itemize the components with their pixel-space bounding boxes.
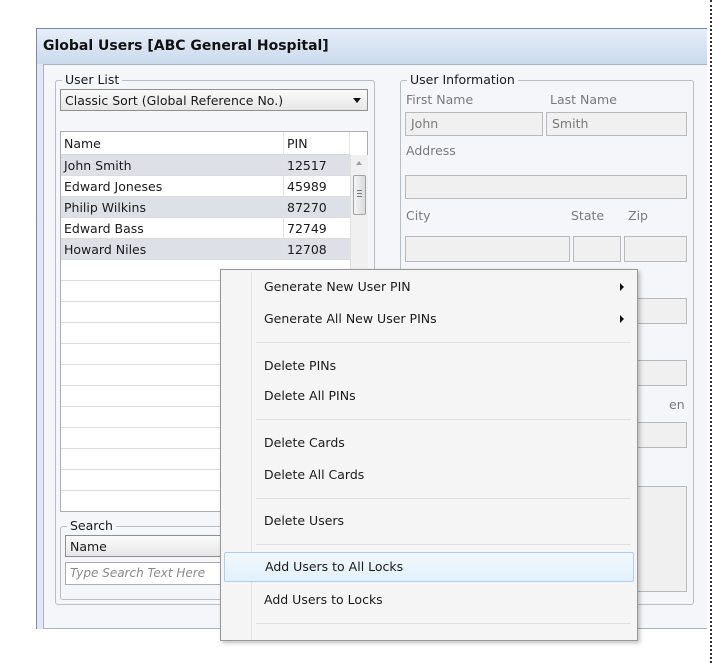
table-row[interactable]: Philip Wilkins 87270 — [61, 197, 350, 218]
menu-item-label: Delete All Cards — [264, 467, 365, 482]
column-header-name[interactable]: Name — [61, 132, 284, 155]
row-pin: 87270 — [287, 200, 327, 215]
address-label: Address — [406, 143, 456, 158]
sort-dropdown[interactable]: Classic Sort (Global Reference No.) — [60, 89, 368, 111]
grip-line — [357, 190, 362, 191]
menu-item-add-users-to-all-locks[interactable]: Add Users to All Locks — [224, 552, 634, 582]
last-name-field[interactable]: Smith — [546, 112, 687, 136]
search-input[interactable]: Type Search Text Here — [65, 562, 225, 585]
row-pin: 12708 — [287, 242, 327, 257]
row-name: Philip Wilkins — [64, 200, 146, 215]
menu-item-generate-all-new-user-pins[interactable]: Generate All New User PINs — [224, 304, 634, 334]
menu-separator — [256, 623, 631, 624]
menu-item-delete-users[interactable]: Delete Users — [224, 506, 634, 536]
grip-line — [357, 196, 362, 197]
row-pin: 45989 — [287, 179, 327, 194]
city-field[interactable] — [405, 236, 570, 262]
menu-item-add-users-to-locks[interactable]: Add Users to Locks — [224, 585, 634, 615]
row-name: John Smith — [64, 158, 132, 173]
dotted-border — [710, 0, 712, 663]
menu-separator — [256, 498, 631, 499]
menu-item-label: Add Users to All Locks — [265, 559, 404, 574]
table-row[interactable]: Howard Niles 12708 — [61, 239, 350, 260]
menu-item-delete-all-pins[interactable]: Delete All PINs — [224, 381, 634, 411]
row-name: Edward Joneses — [64, 179, 163, 194]
context-menu: Generate New User PIN Generate All New U… — [220, 269, 638, 641]
column-divider — [283, 197, 284, 217]
submenu-arrow-icon — [620, 283, 624, 291]
menu-item-label: Generate All New User PINs — [264, 311, 437, 326]
menu-item-label: Delete Users — [264, 513, 345, 528]
user-info-group-title: User Information — [407, 72, 518, 88]
column-header-pin[interactable]: PIN — [284, 132, 350, 155]
column-divider — [283, 155, 284, 175]
menu-item-label: Delete PINs — [264, 358, 337, 373]
menu-item-label: Add Users to Locks — [264, 592, 383, 607]
scroll-up-arrow-icon[interactable] — [356, 161, 362, 165]
last-name-label: Last Name — [550, 92, 617, 107]
search-field-dropdown[interactable]: Name — [65, 535, 225, 557]
column-divider — [283, 239, 284, 259]
table-row[interactable]: Edward Joneses 45989 — [61, 176, 350, 197]
user-list-group-title: User List — [62, 72, 123, 88]
zip-label: Zip — [628, 208, 648, 223]
row-pin: 72749 — [287, 221, 327, 236]
menu-separator — [256, 342, 631, 343]
state-field[interactable] — [573, 236, 621, 262]
menu-item-delete-pins[interactable]: Delete PINs — [224, 351, 634, 381]
menu-item-delete-cards[interactable]: Delete Cards — [224, 428, 634, 458]
search-group-title: Search — [67, 518, 116, 534]
first-name-field[interactable]: John — [405, 112, 543, 136]
menu-item-delete-all-cards[interactable]: Delete All Cards — [224, 460, 634, 490]
menu-item-label: Delete Cards — [264, 435, 345, 450]
zip-field[interactable] — [624, 236, 687, 262]
menu-item-generate-new-user-pin[interactable]: Generate New User PIN — [224, 272, 634, 302]
city-label: City — [406, 208, 431, 223]
address-field[interactable] — [405, 175, 687, 199]
scrollbar-thumb[interactable] — [353, 175, 366, 215]
table-row[interactable]: Edward Bass 72749 — [61, 218, 350, 239]
first-name-label: First Name — [406, 92, 474, 107]
menu-item-label: Generate New User PIN — [264, 279, 411, 294]
grip-line — [357, 193, 362, 194]
menu-separator — [256, 419, 631, 420]
partial-label: en — [669, 397, 685, 412]
sort-dropdown-value: Classic Sort (Global Reference No.) — [65, 93, 284, 108]
search-field-value: Name — [70, 539, 107, 554]
row-name: Howard Niles — [64, 242, 147, 257]
state-label: State — [571, 208, 605, 223]
submenu-arrow-icon — [620, 315, 624, 323]
table-row[interactable]: John Smith 12517 — [61, 155, 350, 176]
column-divider — [283, 218, 284, 238]
menu-item-label: Delete All PINs — [264, 388, 356, 403]
chevron-down-icon[interactable] — [353, 98, 361, 103]
window-title: Global Users [ABC General Hospital] — [37, 29, 707, 64]
row-pin: 12517 — [287, 158, 327, 173]
menu-separator — [256, 544, 631, 545]
row-name: Edward Bass — [64, 221, 144, 236]
column-divider — [283, 176, 284, 196]
